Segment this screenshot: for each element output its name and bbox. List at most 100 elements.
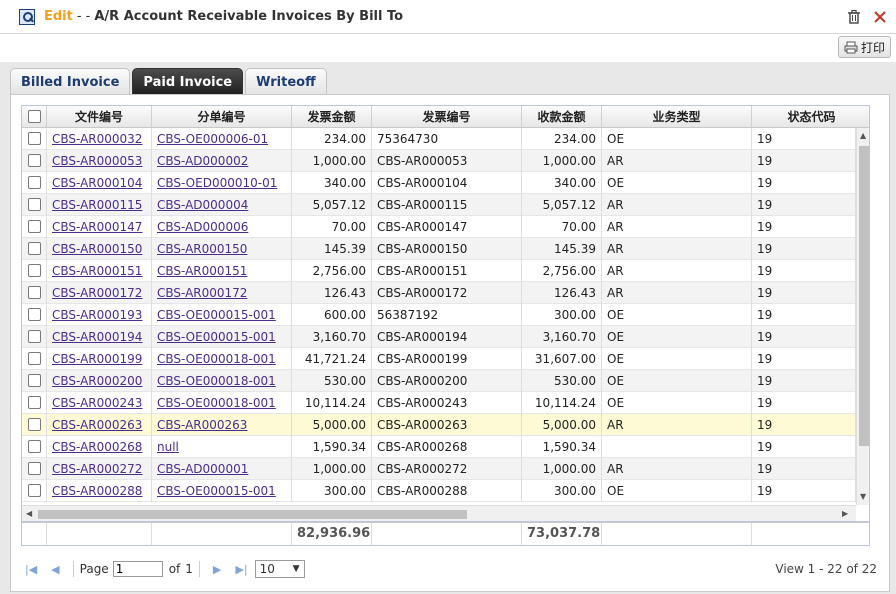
row-checkbox[interactable] — [28, 154, 41, 167]
header-invoice-amount[interactable]: 发票金额 — [292, 106, 372, 128]
table-row[interactable]: CBS-AR000243 CBS-OE000018-001 10,114.24 CBS… — [22, 392, 856, 414]
last-page-icon[interactable]: ▶| — [235, 563, 247, 576]
next-page-icon[interactable]: ▶ — [213, 563, 221, 576]
table-row[interactable]: CBS-AR000150 CBS-AR000150 145.39 CBS-AR0001… — [22, 238, 856, 260]
sub-no-link[interactable]: CBS-AD000002 — [157, 154, 248, 168]
invoice-amount-cell: 234.00 — [292, 128, 372, 150]
header-status-code[interactable]: 状态代码 — [752, 106, 869, 128]
sub-no-link[interactable]: CBS-AD000006 — [157, 220, 248, 234]
table-row[interactable]: CBS-AR000172 CBS-AR000172 126.43 CBS-AR0001… — [22, 282, 856, 304]
sub-no-link[interactable]: CBS-OE000015-001 — [157, 308, 276, 322]
sub-no-link[interactable]: CBS-OED000010-01 — [157, 176, 277, 190]
doc-no-link[interactable]: CBS-AR000268 — [52, 440, 142, 454]
sub-no-link[interactable]: CBS-AD000004 — [157, 198, 248, 212]
row-checkbox[interactable] — [28, 484, 41, 497]
doc-no-link[interactable]: CBS-AR000150 — [52, 242, 142, 256]
row-checkbox[interactable] — [28, 220, 41, 233]
sub-no-link[interactable]: CBS-OE000015-001 — [157, 330, 276, 344]
doc-no-link[interactable]: CBS-AR000193 — [52, 308, 142, 322]
doc-no-link[interactable]: CBS-AR000032 — [52, 132, 142, 146]
doc-no-link[interactable]: CBS-AR000147 — [52, 220, 142, 234]
scroll-right-icon[interactable]: ▶ — [842, 509, 848, 519]
trash-icon[interactable] — [846, 9, 862, 25]
vertical-scrollbar[interactable]: ▲ ▼ — [856, 128, 869, 505]
row-checkbox[interactable] — [28, 198, 41, 211]
row-checkbox[interactable] — [28, 308, 41, 321]
table-row[interactable]: CBS-AR000032 CBS-OE000006-01 234.00 7536473… — [22, 128, 856, 150]
scroll-left-icon[interactable]: ◀ — [26, 509, 32, 519]
doc-no-link[interactable]: CBS-AR000199 — [52, 352, 142, 366]
business-type-cell: AR — [602, 194, 752, 216]
row-checkbox[interactable] — [28, 132, 41, 145]
select-all-checkbox[interactable] — [28, 110, 41, 123]
row-checkbox[interactable] — [28, 264, 41, 277]
page-number-input[interactable] — [112, 561, 163, 577]
header-doc-no[interactable]: 文件编号 — [47, 106, 152, 128]
received-amount-cell: 145.39 — [522, 238, 602, 260]
row-checkbox[interactable] — [28, 462, 41, 475]
row-checkbox[interactable] — [28, 286, 41, 299]
sub-no-link[interactable]: CBS-OE000006-01 — [157, 132, 268, 146]
table-row[interactable]: CBS-AR000193 CBS-OE000015-001 600.00 563871… — [22, 304, 856, 326]
table-row[interactable]: CBS-AR000288 CBS-OE000015-001 300.00 CBS-AR… — [22, 480, 856, 502]
header-business-type[interactable]: 业务类型 — [602, 106, 752, 128]
row-checkbox[interactable] — [28, 242, 41, 255]
doc-no-link[interactable]: CBS-AR000194 — [52, 330, 142, 344]
table-row[interactable]: CBS-AR000263 CBS-AR000263 5,000.00 CBS-AR00… — [22, 414, 856, 436]
doc-no-link[interactable]: CBS-AR000243 — [52, 396, 142, 410]
doc-no-link[interactable]: CBS-AR000200 — [52, 374, 142, 388]
page-size-select[interactable]: 10 ▼ — [254, 560, 305, 578]
sub-no-link[interactable]: CBS-AR000150 — [157, 242, 247, 256]
header-invoice-no[interactable]: 发票编号 — [372, 106, 522, 128]
doc-no-link[interactable]: CBS-AR000115 — [52, 198, 142, 212]
doc-no-link[interactable]: CBS-AR000288 — [52, 484, 142, 498]
print-button[interactable]: 打印 — [838, 36, 891, 58]
table-row[interactable]: CBS-AR000268 null 1,590.34 CBS-AR000268 1,59… — [22, 436, 856, 458]
tab-billed-invoice[interactable]: Billed Invoice — [10, 68, 131, 95]
row-checkbox[interactable] — [28, 440, 41, 453]
sub-no-link[interactable]: CBS-OE000018-001 — [157, 374, 276, 388]
table-row[interactable]: CBS-AR000272 CBS-AD000001 1,000.00 CBS-AR00… — [22, 458, 856, 480]
received-amount-cell: 2,756.00 — [522, 260, 602, 282]
header-received-amount[interactable]: 收款金额 — [522, 106, 602, 128]
sub-no-link[interactable]: null — [157, 440, 179, 454]
header-sub-no[interactable]: 分单编号 — [152, 106, 292, 128]
sub-no-link[interactable]: CBS-AR000172 — [157, 286, 247, 300]
first-page-icon[interactable]: |◀ — [25, 563, 37, 576]
table-row[interactable]: CBS-AR000194 CBS-OE000015-001 3,160.70 CBS-… — [22, 326, 856, 348]
sub-no-link[interactable]: CBS-AR000263 — [157, 418, 247, 432]
row-checkbox[interactable] — [28, 176, 41, 189]
sub-no-link[interactable]: CBS-OE000018-001 — [157, 352, 276, 366]
sub-no-link[interactable]: CBS-OE000015-001 — [157, 484, 276, 498]
row-checkbox[interactable] — [28, 352, 41, 365]
doc-no-link[interactable]: CBS-AR000151 — [52, 264, 142, 278]
row-checkbox[interactable] — [28, 330, 41, 343]
row-checkbox[interactable] — [28, 396, 41, 409]
doc-no-link[interactable]: CBS-AR000172 — [52, 286, 142, 300]
scroll-down-icon[interactable]: ▼ — [860, 492, 866, 502]
horizontal-scroll-thumb[interactable] — [38, 510, 467, 519]
row-checkbox[interactable] — [28, 418, 41, 431]
doc-no-link[interactable]: CBS-AR000263 — [52, 418, 142, 432]
close-icon[interactable] — [872, 9, 888, 25]
table-row[interactable]: CBS-AR000115 CBS-AD000004 5,057.12 CBS-AR00… — [22, 194, 856, 216]
table-row[interactable]: CBS-AR000104 CBS-OED000010-01 340.00 CBS-AR… — [22, 172, 856, 194]
sub-no-link[interactable]: CBS-AD000001 — [157, 462, 248, 476]
table-row[interactable]: CBS-AR000199 CBS-OE000018-001 41,721.24 CBS… — [22, 348, 856, 370]
sub-no-link[interactable]: CBS-AR000151 — [157, 264, 247, 278]
table-row[interactable]: CBS-AR000147 CBS-AD000006 70.00 CBS-AR00014… — [22, 216, 856, 238]
table-row[interactable]: CBS-AR000151 CBS-AR000151 2,756.00 CBS-AR00… — [22, 260, 856, 282]
doc-no-link[interactable]: CBS-AR000272 — [52, 462, 142, 476]
tab-paid-invoice[interactable]: Paid Invoice — [132, 68, 244, 95]
doc-no-link[interactable]: CBS-AR000104 — [52, 176, 142, 190]
row-checkbox[interactable] — [28, 374, 41, 387]
tab-writeoff[interactable]: Writeoff — [245, 68, 327, 95]
vertical-scroll-thumb[interactable] — [859, 146, 869, 446]
table-row[interactable]: CBS-AR000200 CBS-OE000018-001 530.00 CBS-AR… — [22, 370, 856, 392]
scroll-up-icon[interactable]: ▲ — [860, 131, 866, 141]
prev-page-icon[interactable]: ◀ — [51, 563, 59, 576]
doc-no-link[interactable]: CBS-AR000053 — [52, 154, 142, 168]
horizontal-scrollbar[interactable]: ◀ ▶ — [22, 505, 856, 521]
table-row[interactable]: CBS-AR000053 CBS-AD000002 1,000.00 CBS-AR00… — [22, 150, 856, 172]
sub-no-link[interactable]: CBS-OE000018-001 — [157, 396, 276, 410]
